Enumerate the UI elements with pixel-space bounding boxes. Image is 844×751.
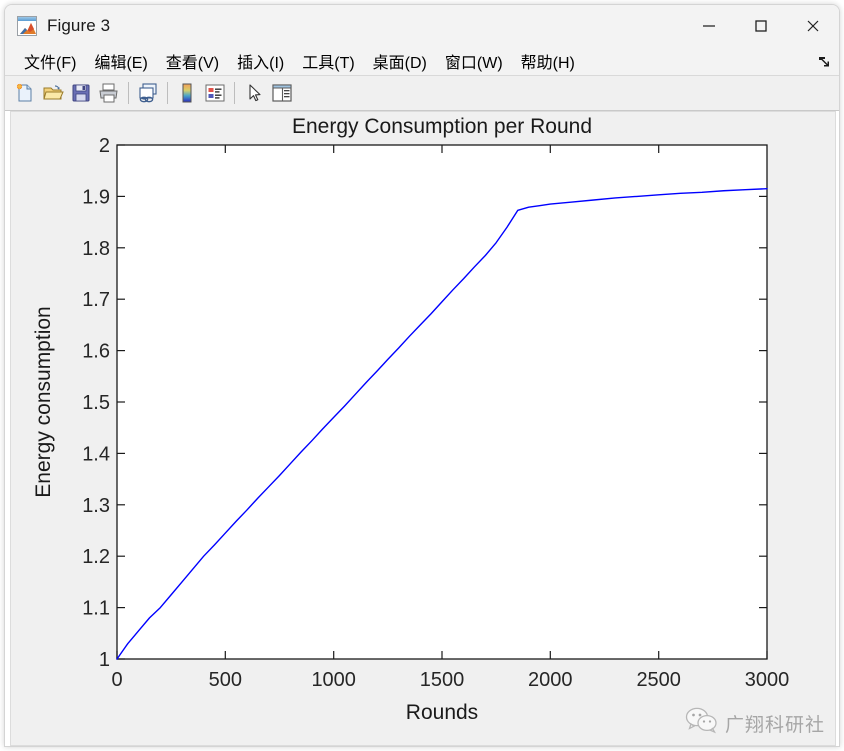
svg-text:2000: 2000 xyxy=(528,669,573,691)
colorbar-icon[interactable] xyxy=(173,79,201,107)
svg-text:1.8: 1.8 xyxy=(82,238,110,260)
svg-text:1.9: 1.9 xyxy=(82,186,110,208)
toolbar-separator xyxy=(167,82,168,104)
figure-canvas: Energy Consumption per Round 2 1.9 1.8 1… xyxy=(5,111,839,746)
svg-text:3000: 3000 xyxy=(745,669,790,691)
menu-item-tools[interactable]: 工具(T) xyxy=(293,47,363,75)
print-figure-icon[interactable] xyxy=(95,79,123,107)
window-title: Figure 3 xyxy=(47,16,111,35)
title-bar: Figure 3 xyxy=(5,5,839,47)
pointer-arrow-icon[interactable] xyxy=(240,79,268,107)
dock-arrow-icon[interactable] xyxy=(815,53,831,69)
menu-item-desktop[interactable]: 桌面(D) xyxy=(364,47,436,75)
toolbar-separator xyxy=(128,82,129,104)
open-file-icon[interactable] xyxy=(39,79,67,107)
maximize-button[interactable] xyxy=(735,5,787,47)
new-figure-icon[interactable] xyxy=(11,79,39,107)
title-bar-left: Figure 3 xyxy=(5,16,110,36)
y-axis-label: Energy consumption xyxy=(32,306,55,497)
menu-bar: 文件(F) 编辑(E) 查看(V) 插入(I) 工具(T) 桌面(D) 窗口(W… xyxy=(5,47,839,76)
svg-text:500: 500 xyxy=(209,669,242,691)
save-figure-icon[interactable] xyxy=(67,79,95,107)
link-plot-icon[interactable] xyxy=(134,79,162,107)
figure-window: Figure 3 文件(F) 编辑(E) 查看(V) 插入(I) 工具(T) 桌… xyxy=(4,4,840,747)
svg-text:1.6: 1.6 xyxy=(82,341,110,363)
plot-browser-icon[interactable] xyxy=(268,79,296,107)
menu-item-file[interactable]: 文件(F) xyxy=(15,47,85,75)
toolbar-separator xyxy=(234,82,235,104)
matlab-figure-icon xyxy=(17,16,37,36)
svg-text:1.5: 1.5 xyxy=(82,392,110,414)
menu-item-window[interactable]: 窗口(W) xyxy=(436,47,512,75)
svg-text:0: 0 xyxy=(111,669,122,691)
energy-consumption-line-chart[interactable]: Energy Consumption per Round 2 1.9 1.8 1… xyxy=(10,111,836,746)
x-axis-label: Rounds xyxy=(406,701,478,724)
tool-bar xyxy=(5,76,839,111)
svg-text:1.3: 1.3 xyxy=(82,495,110,517)
menu-item-help[interactable]: 帮助(H) xyxy=(512,47,584,75)
y-axis-tick-labels: 2 1.9 1.8 1.7 1.6 1.5 1.4 1.3 1.2 1.1 1 xyxy=(82,135,110,671)
menu-item-view[interactable]: 查看(V) xyxy=(157,47,228,75)
svg-text:2500: 2500 xyxy=(636,669,681,691)
window-controls xyxy=(683,5,839,47)
legend-icon[interactable] xyxy=(201,79,229,107)
svg-text:1.1: 1.1 xyxy=(82,598,110,620)
menu-item-insert[interactable]: 插入(I) xyxy=(228,47,293,75)
menu-item-edit[interactable]: 编辑(E) xyxy=(85,47,156,75)
plot-frame xyxy=(116,144,768,660)
minimize-button[interactable] xyxy=(683,5,735,47)
close-button[interactable] xyxy=(787,5,839,47)
svg-text:1: 1 xyxy=(99,649,110,671)
svg-text:1.4: 1.4 xyxy=(82,443,110,465)
svg-text:1.2: 1.2 xyxy=(82,546,110,568)
svg-text:1.7: 1.7 xyxy=(82,289,110,311)
svg-text:2: 2 xyxy=(99,135,110,157)
svg-text:1500: 1500 xyxy=(420,669,465,691)
svg-text:1000: 1000 xyxy=(311,669,356,691)
chart-title: Energy Consumption per Round xyxy=(292,115,592,138)
x-axis-tick-labels: 0 500 1000 1500 2000 2500 3000 xyxy=(111,669,789,691)
